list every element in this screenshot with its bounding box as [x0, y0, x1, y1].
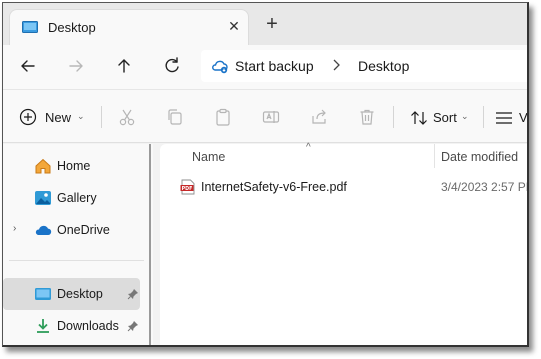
cut-icon[interactable]	[117, 107, 137, 127]
new-tab-button[interactable]: +	[261, 14, 283, 36]
tab-desktop[interactable]: Desktop ✕	[9, 9, 249, 45]
gallery-icon	[35, 191, 51, 205]
divider	[393, 106, 394, 128]
column-divider[interactable]	[434, 144, 435, 168]
sidebar-item-downloads[interactable]: Downloads	[3, 310, 140, 342]
delete-icon[interactable]	[357, 107, 377, 127]
sidebar-item-desktop[interactable]: Desktop	[3, 278, 140, 310]
new-button[interactable]: New ⌄	[19, 107, 89, 129]
column-header-date-modified[interactable]: Date modified	[441, 150, 518, 164]
file-name: InternetSafety-v6-Free.pdf	[201, 180, 347, 194]
new-button-label: New	[45, 110, 72, 125]
chevron-down-icon: ⌄	[77, 111, 85, 121]
title-bar: Desktop ✕ +	[3, 3, 527, 45]
sort-up-icon: ^	[306, 142, 311, 153]
cloud-backup-icon	[212, 60, 228, 74]
plus-circle-icon	[19, 108, 37, 126]
sidebar-item-label: Gallery	[57, 191, 97, 205]
pin-icon[interactable]	[127, 288, 139, 300]
file-date-modified: 3/4/2023 2:57 PM	[441, 180, 529, 194]
navigation-bar: Start backup Desktop	[3, 45, 527, 89]
sidebar-item-label: Desktop	[57, 287, 103, 301]
download-icon	[37, 319, 49, 333]
home-icon	[35, 158, 51, 174]
sort-arrows-icon	[411, 111, 427, 125]
list-item[interactable]: PDF InternetSafety-v6-Free.pdf 3/4/2023 …	[174, 178, 529, 198]
navigation-pane: Home Gallery › OneDrive Desktop Download…	[3, 144, 153, 345]
breadcrumb-desktop[interactable]: Desktop	[358, 58, 409, 74]
address-bar[interactable]: Start backup Desktop	[201, 50, 527, 82]
column-header-name[interactable]: Name	[192, 150, 225, 164]
view-button[interactable]: V	[495, 107, 528, 129]
chevron-down-icon: ⌄	[461, 111, 469, 121]
sort-label: Sort	[433, 110, 457, 125]
divider	[101, 106, 102, 128]
pdf-icon: PDF	[180, 179, 195, 195]
refresh-icon[interactable]	[161, 55, 183, 77]
file-explorer-window: Desktop ✕ + Start backup Desktop New ⌄ S…	[2, 2, 529, 347]
up-arrow-icon[interactable]	[113, 55, 135, 77]
breadcrumb-start-backup[interactable]: Start backup	[235, 58, 314, 74]
sort-button[interactable]: Sort ⌄	[409, 107, 475, 129]
share-icon[interactable]	[309, 107, 329, 127]
chevron-right-icon[interactable]: ›	[13, 223, 16, 234]
sidebar-scrollbar[interactable]	[149, 144, 151, 345]
divider	[483, 106, 484, 128]
close-tab-icon[interactable]: ✕	[224, 16, 244, 36]
chevron-right-icon[interactable]	[331, 57, 341, 73]
desktop-folder-icon	[35, 288, 51, 300]
sidebar-item-onedrive[interactable]: › OneDrive	[3, 214, 140, 246]
command-bar: New ⌄ Sort ⌄ V	[3, 89, 527, 143]
forward-arrow-icon[interactable]	[65, 55, 87, 77]
sidebar-item-label: Downloads	[57, 319, 119, 333]
desktop-folder-icon	[22, 21, 38, 33]
pdf-icon-label: PDF	[182, 186, 193, 192]
file-list: ^ Name Date modified PDF InternetSafety-…	[160, 142, 529, 345]
paste-icon[interactable]	[213, 107, 233, 127]
sidebar-item-home[interactable]: Home	[3, 150, 140, 182]
back-arrow-icon[interactable]	[17, 55, 39, 77]
view-list-icon	[496, 112, 512, 124]
pin-icon[interactable]	[127, 320, 139, 332]
sidebar-item-label: OneDrive	[57, 223, 110, 237]
rename-icon[interactable]	[261, 107, 281, 127]
sidebar-item-gallery[interactable]: Gallery	[3, 182, 140, 214]
tab-title: Desktop	[48, 20, 96, 35]
view-label: V	[519, 110, 528, 125]
divider	[9, 260, 144, 261]
copy-icon[interactable]	[165, 107, 185, 127]
cloud-icon	[35, 225, 52, 235]
sidebar-item-label: Home	[57, 159, 91, 173]
